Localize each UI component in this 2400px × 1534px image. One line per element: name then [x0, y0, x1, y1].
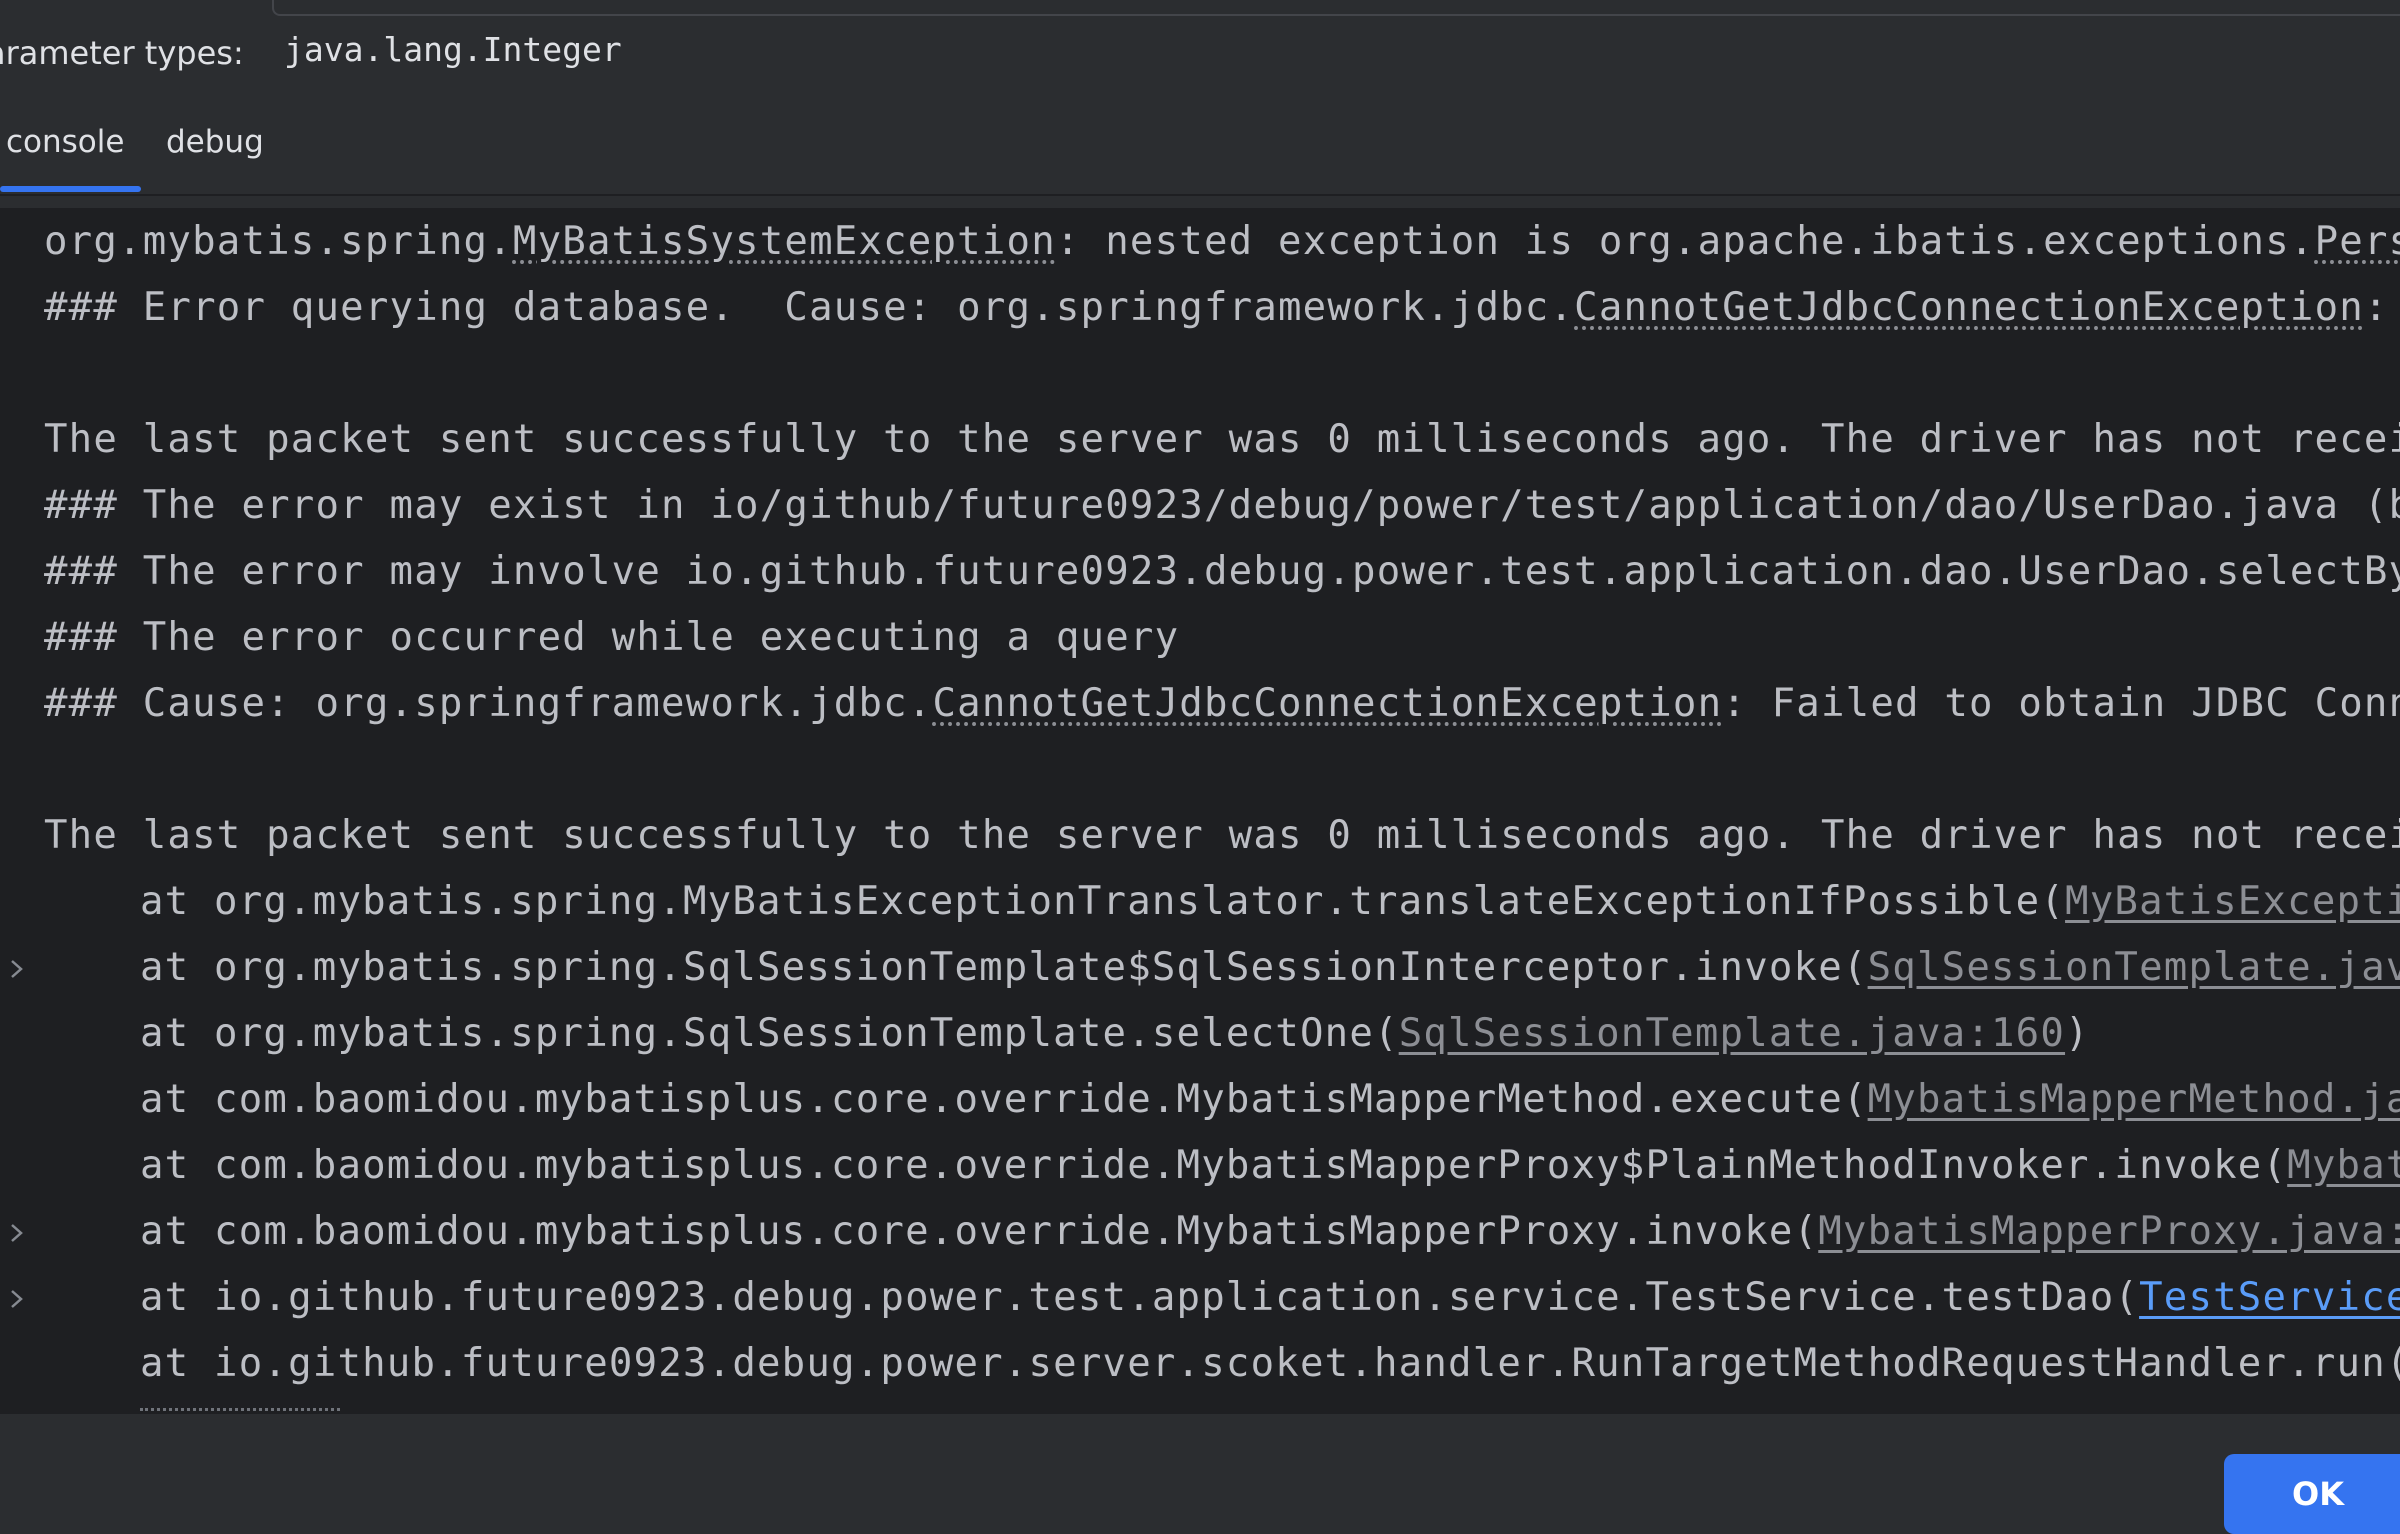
source-link[interactable]: TestService.j — [2139, 1275, 2400, 1320]
console-line: org.mybatis.spring.MyBatisSystemExceptio… — [44, 212, 2400, 272]
exception-class: CannotGetJdbcConnectionException — [1574, 285, 2364, 330]
ok-button[interactable]: OK — [2224, 1454, 2400, 1534]
fold-chevron-icon[interactable] — [2, 938, 32, 998]
line-text: : Failed to obtain JDBC Connec — [1722, 681, 2400, 726]
output-tabs: console debug — [0, 110, 2400, 198]
active-tab-indicator — [0, 186, 141, 192]
console-line: ### Cause: org.springframework.jdbc.Cann… — [44, 674, 2400, 734]
tab-divider — [0, 194, 2400, 196]
source-link[interactable]: Mybatis — [2287, 1143, 2400, 1188]
stack-frame: at io.github.future0923.debug.power.serv… — [140, 1334, 2400, 1394]
source-link[interactable]: SqlSessionTemplate.java:160 — [1399, 1011, 2065, 1056]
line-text: ### Cause: org.springframework.jdbc. — [44, 681, 933, 726]
console-line: The last packet sent successfully to the… — [44, 417, 2400, 462]
tab-debug[interactable]: debug — [166, 124, 264, 160]
stack-frame-tail: ) — [2065, 1011, 2090, 1056]
stack-frame-text: at org.mybatis.spring.SqlSessionTemplate… — [140, 1011, 1399, 1056]
console-line: The last packet sent successfully to the… — [44, 813, 2400, 858]
console-output[interactable]: org.mybatis.spring.MyBatisSystemExceptio… — [0, 208, 2400, 1414]
tab-console[interactable]: console — [6, 124, 124, 160]
exception-class: MyBatisSystemException — [512, 219, 1056, 264]
stack-frame-text: at org.mybatis.spring.SqlSessionTemplate… — [140, 945, 1868, 990]
stack-frame-text: at org.mybatis.spring.MyBatisExceptionTr… — [140, 879, 2066, 924]
stack-frame-text: at io.github.future0923.debug.power.serv… — [140, 1341, 2400, 1386]
line-text: org.mybatis.spring. — [44, 219, 513, 264]
console-line: ### The error occurred while executing a… — [44, 615, 1180, 660]
stack-frame: at org.mybatis.spring.MyBatisExceptionTr… — [140, 872, 2400, 932]
source-link[interactable]: MybatisMapperMethod.java — [1868, 1077, 2400, 1122]
fold-chevron-icon[interactable] — [2, 1268, 32, 1328]
stack-frame-text: at com.baomidou.mybatisplus.core.overrid… — [140, 1209, 1819, 1254]
stack-frame: at org.mybatis.spring.SqlSessionTemplate… — [140, 938, 2400, 998]
source-link[interactable]: MybatisMapperProxy.java:89 — [1818, 1209, 2400, 1254]
fold-chevron-icon[interactable] — [2, 1202, 32, 1262]
stack-frame: at io.github.future0923.debug.power.test… — [140, 1268, 2400, 1328]
stack-frame-text: at io.github.future0923.debug.power.test… — [140, 1275, 2140, 1320]
line-text: : Fa — [2363, 285, 2389, 330]
dialog-footer: OK — [0, 1414, 2400, 1534]
stack-frame: at com.baomidou.mybatisplus.core.overrid… — [140, 1136, 2400, 1196]
console-line: ### The error may involve io.github.futu… — [44, 549, 2400, 594]
source-link[interactable]: SqlSessionTemplate.java: — [1868, 945, 2400, 990]
parameter-types-value: java.lang.Integer — [284, 30, 622, 69]
stack-frame: at com.baomidou.mybatisplus.core.overrid… — [140, 1202, 2400, 1262]
stack-frame-text: at com.baomidou.mybatisplus.core.overrid… — [140, 1077, 1868, 1122]
line-text: ### Error querying database. Cause: org.… — [44, 285, 1575, 330]
console-line: ### Error querying database. Cause: org.… — [44, 278, 2400, 338]
source-link[interactable]: MyBatisException — [2065, 879, 2400, 924]
stack-frame: at org.mybatis.spring.SqlSessionTemplate… — [140, 1004, 2090, 1064]
console-line: ### The error may exist in io/github/fut… — [44, 483, 2400, 528]
line-text: : nested exception is org.apache.ibatis.… — [1055, 219, 2315, 264]
parameter-types-label: arameter types: — [0, 34, 244, 72]
stack-frame: at com.baomidou.mybatisplus.core.overrid… — [140, 1070, 2400, 1130]
top-input-field-edge[interactable] — [272, 0, 2400, 16]
exception-class: Persis — [2314, 219, 2400, 264]
stack-frame-text: at com.baomidou.mybatisplus.core.overrid… — [140, 1143, 2288, 1188]
exception-class: CannotGetJdbcConnectionException — [932, 681, 1723, 726]
